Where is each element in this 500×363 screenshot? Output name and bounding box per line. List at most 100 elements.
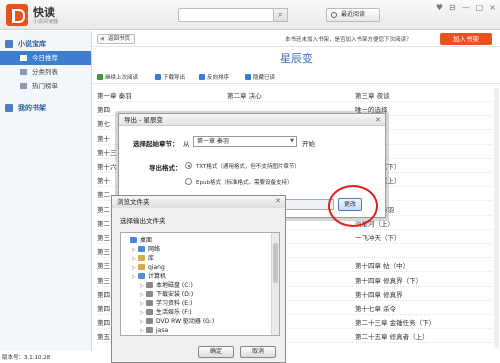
toolbar-label: 隐藏已读 — [253, 75, 276, 81]
book-toolbar: 继续上次阅读 下载导出 反向排序 隐藏已读 — [93, 70, 500, 84]
folder-tree-item[interactable]: ▷ 库 — [132, 254, 154, 263]
folder-tree-item[interactable]: ▷ 下载安装 (D:) — [140, 290, 193, 299]
chapter-link[interactable]: 第四 — [97, 317, 110, 327]
chapter-link[interactable]: 第十六 — [97, 161, 117, 171]
reverse-sort-button[interactable]: 反向排序 — [199, 73, 229, 81]
toolbar-label: 反向排序 — [207, 75, 230, 81]
hide-read-button[interactable]: 隐藏已读 — [245, 73, 275, 81]
book-title: 星辰变 — [280, 52, 313, 65]
toolbar-label: 继续上次阅读 — [105, 75, 139, 81]
folder-tree-item[interactable]: ▷ 生活娱乐 (F:) — [140, 308, 192, 317]
minimize-icon[interactable]: — — [462, 3, 470, 12]
folder-label: 下载安装 (D:) — [156, 291, 194, 298]
highlight-circle — [328, 185, 378, 227]
folder-tree-item[interactable]: 桌面 — [124, 236, 152, 245]
epub-format-radio[interactable] — [185, 178, 192, 185]
chapter-link[interactable]: 第十 — [97, 133, 110, 143]
recent-reading-label: 最近阅读 — [341, 11, 366, 18]
chapter-link[interactable]: 第二 — [97, 204, 110, 214]
sidebar-library-label: 小说宝库 — [18, 40, 46, 48]
chapter-link[interactable]: 第十三 — [97, 147, 117, 157]
chapter-link[interactable]: 第四 — [97, 303, 110, 313]
sidebar-library-header[interactable]: 小说宝库 — [0, 37, 91, 51]
folder-label: 本地磁盘 (C:) — [156, 282, 193, 289]
export-dialog-title: 导出 - 星辰变 — [119, 114, 385, 126]
add-to-shelf-button[interactable]: 加入书架 — [440, 33, 492, 45]
app-header: 快读 小说阅读器 ⌕ 最近阅读 ♥ ⊟ — □ × — [0, 0, 500, 30]
start-chapter-select[interactable]: 第一章 秦羽 — [193, 136, 297, 147]
folder-tree-item[interactable]: ▷ 计算机 — [132, 272, 166, 281]
skin-icon[interactable]: ⊟ — [449, 3, 456, 12]
folder-tree-item[interactable]: ▷ 本地磁盘 (C:) — [140, 281, 193, 290]
browse-dialog-title: 浏览文件夹 — [112, 196, 285, 208]
chapter-link[interactable]: 第三 — [97, 232, 110, 242]
sidebar-item-hot[interactable]: 热门榜单 — [0, 79, 91, 93]
sidebar-my-shelf[interactable]: 我的书架 — [0, 101, 91, 115]
chapter-link[interactable]: 第十四章 帖（中） — [355, 260, 409, 270]
folder-label: 网络 — [148, 246, 161, 253]
folder-label: 库 — [148, 255, 155, 262]
folder-tree-item[interactable]: ▷ jasa — [140, 326, 168, 335]
search-input[interactable] — [178, 8, 274, 22]
window-controls: ♥ ⊟ — □ × — [436, 3, 496, 12]
computer-icon — [138, 273, 145, 279]
chapter-link[interactable]: 第一章 秦羽 — [97, 90, 132, 100]
chapter-link[interactable]: 第二 — [97, 189, 110, 199]
folder-tree-item[interactable]: ▷ DVD RW 驱动器 (G:) — [140, 317, 214, 326]
sidebar-item-today[interactable]: 今日推荐 — [0, 51, 91, 65]
tree-scroll-thumb[interactable] — [273, 243, 278, 283]
chapter-link[interactable]: 第四 — [97, 289, 110, 299]
favorite-icon[interactable]: ♥ — [436, 3, 443, 12]
close-icon[interactable]: ✕ — [275, 197, 281, 205]
chapter-link[interactable]: 第七 — [97, 118, 110, 128]
ok-button[interactable]: 确定 — [198, 346, 234, 358]
chapter-link[interactable]: 第三章 夜谈 — [355, 90, 390, 100]
chapter-link[interactable]: 第四 — [97, 104, 110, 114]
maximize-icon[interactable]: □ — [476, 3, 484, 12]
sidebar-item-label: 分类列表 — [32, 68, 58, 76]
folder-tree-item[interactable]: ▷ 网络 — [132, 245, 160, 254]
recent-reading-button[interactable]: 最近阅读 — [326, 8, 380, 22]
search-icon[interactable]: ⌕ — [274, 8, 288, 22]
drive-icon — [146, 282, 153, 288]
chapter-link[interactable]: 第二十三章 金锤任务（下） — [355, 317, 435, 327]
app-logo-icon — [6, 4, 28, 26]
tree-scrollbar[interactable] — [271, 233, 279, 335]
chapter-link[interactable]: 第二 — [97, 218, 110, 228]
sidebar-item-categories[interactable]: 分类列表 — [0, 65, 91, 79]
folder-label: 桌面 — [140, 237, 153, 244]
chapter-link[interactable]: 第二十五章 修真者（上） — [355, 331, 429, 341]
eye-icon — [245, 74, 251, 80]
back-button[interactable]: 返回书页 — [97, 34, 136, 44]
close-icon[interactable]: ✕ — [375, 116, 381, 124]
app-subtitle: 小说阅读器 — [33, 19, 59, 25]
clock-icon — [331, 12, 337, 18]
sidebar: 小说宝库 今日推荐 分类列表 热门榜单 我的书架 — [0, 31, 92, 351]
chapter-link[interactable]: 第三 — [97, 260, 110, 270]
chapter-link[interactable]: 第三 — [97, 246, 110, 256]
chapter-link[interactable]: 第二章 决心 — [227, 90, 262, 100]
cancel-button[interactable]: 取消 — [240, 346, 276, 358]
chapter-link[interactable]: 第五 — [97, 331, 110, 341]
txt-format-radio[interactable] — [185, 162, 192, 169]
continue-reading-button[interactable]: 继续上次阅读 — [97, 73, 138, 81]
chapter-link[interactable]: 第十 — [97, 175, 110, 185]
chapter-link[interactable]: 一飞冲天（下） — [355, 232, 401, 242]
chapter-link[interactable]: 第十七章 杀令 — [355, 303, 396, 313]
sidebar-my-shelf-label: 我的书架 — [18, 104, 46, 112]
chapter-scrollbar[interactable] — [494, 88, 499, 348]
start-suffix-label: 开始 — [302, 140, 315, 148]
chapter-link[interactable]: 第三 — [97, 275, 110, 285]
folder-label: 学习资料 (E:) — [156, 300, 193, 307]
browse-prompt: 选择输出文件夹 — [120, 217, 166, 225]
download-export-button[interactable]: 下载导出 — [155, 73, 185, 81]
folder-tree-item[interactable]: ▷ 学习资料 (E:) — [140, 299, 192, 308]
chapter-link[interactable]: 第十四章 修真界 — [355, 289, 403, 299]
drive-icon — [146, 300, 153, 306]
export-format-label: 导出格式： — [149, 164, 182, 172]
folder-tree-item[interactable]: ▷ qiang — [132, 263, 165, 272]
chart-icon — [20, 83, 27, 89]
chapter-link[interactable]: 第十四章 修真界（下） — [355, 275, 422, 285]
browse-folder-dialog: 浏览文件夹 ✕ 选择输出文件夹 桌面 ▷ 网络 ▷ 库 ▷ qiang ▷ 计算机 ▷ 本地磁盘 (… — [111, 195, 286, 363]
close-icon[interactable]: × — [489, 3, 496, 12]
